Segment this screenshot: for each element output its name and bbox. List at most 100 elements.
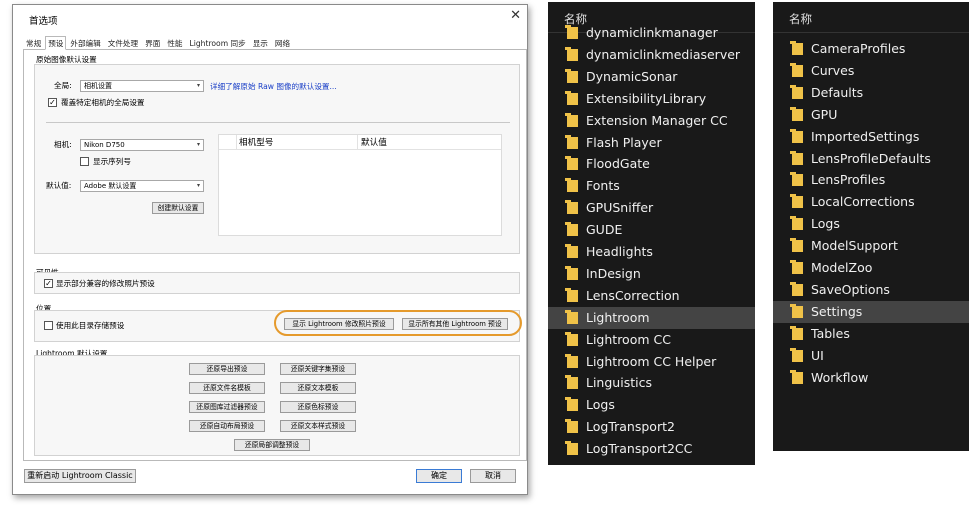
folder-icon [565,178,578,193]
folder-name: LogTransport2CC [586,441,693,457]
restore-color-label-presets-button[interactable]: 还原色标预设 [280,401,356,413]
ok-button[interactable]: 确定 [416,469,462,483]
folder-row[interactable]: Flash Player [548,132,755,154]
folder-icon [565,309,578,324]
tab-presets[interactable]: 预设 [45,36,67,50]
folder-row[interactable]: DynamicSonar [548,66,755,88]
folder-row[interactable]: Logs [548,394,755,416]
folder-name: Tables [811,325,850,341]
folder-row[interactable]: SaveOptions [773,279,969,301]
folder-row[interactable]: LogTransport2 [548,416,755,438]
column-header-camera-model[interactable]: 相机型号 [239,138,273,148]
restart-button[interactable]: 重新启动 Lightroom Classic [24,469,136,483]
folder-row[interactable]: GPUSniffer [548,197,755,219]
folder-row[interactable]: GUDE [548,219,755,241]
folder-row[interactable]: ImportedSettings [773,126,969,148]
folder-icon [565,68,578,83]
folder-name: Logs [586,397,615,413]
tab-general[interactable]: 常规 [23,36,44,49]
restore-auto-layout-presets-button[interactable]: 还原自动布局预设 [189,420,265,432]
tab-performance[interactable]: 性能 [164,36,185,49]
camera-label: 相机: [54,140,72,149]
close-icon[interactable]: ✕ [510,9,521,23]
folder-name: Extension Manager CC [586,112,728,128]
tab-bar: 常规 预设 外部编辑 文件处理 界面 性能 Lightroom 同步 显示 网络 [23,36,294,50]
folder-name: Flash Player [586,134,662,150]
folder-name: LocalCorrections [811,194,915,210]
folder-row[interactable]: Linguistics [548,372,755,394]
folder-icon [790,260,803,274]
default-select[interactable]: Adobe 默认设置 ▾ [80,180,204,192]
folder-row[interactable]: Fonts [548,175,755,197]
folder-name: dynamiclinkmanager [586,25,718,40]
store-presets-checkbox[interactable] [44,321,53,330]
show-other-presets-button[interactable]: 显示所有其他 Lightroom 预设 [402,318,508,330]
folder-row[interactable]: dynamiclinkmediaserver [548,44,755,66]
serial-checkbox[interactable] [80,157,89,166]
folder-name: GPUSniffer [586,200,654,216]
folder-name: InDesign [586,265,641,281]
restore-filename-templates-button[interactable]: 还原文件名模板 [189,382,265,394]
folder-row[interactable]: UI [773,345,969,367]
folder-row[interactable]: InDesign [548,263,755,285]
restore-local-adjustment-presets-button[interactable]: 还原局部调整预设 [234,439,310,451]
camera-select[interactable]: Nikon D750 ▾ [80,139,204,151]
folder-name: LensCorrection [586,287,680,303]
folder-row[interactable]: Curves [773,60,969,82]
folder-row[interactable]: ModelZoo [773,257,969,279]
folder-row[interactable]: GPU [773,104,969,126]
tab-lightroom-sync[interactable]: Lightroom 同步 [187,36,249,49]
folder-name: LogTransport2 [586,419,675,435]
override-checkbox[interactable]: ✓ [48,98,57,107]
folder-row[interactable]: LogTransport2CC [548,438,755,460]
folder-icon [790,62,803,77]
folder-row[interactable]: FloodGate [548,153,755,175]
restore-export-presets-button[interactable]: 还原导出预设 [189,363,265,375]
restore-keyword-presets-button[interactable]: 还原关键字集预设 [280,363,356,375]
store-presets-label: 使用此目录存储预设 [56,321,125,330]
show-partial-presets-checkbox[interactable]: ✓ [44,279,53,288]
folder-name: GPU [811,106,838,122]
create-default-button[interactable]: 创建默认设置 [152,202,204,214]
name-column-header[interactable]: 名称 [789,11,812,27]
folder-name: Fonts [586,178,620,194]
tab-interface[interactable]: 界面 [142,36,163,49]
restore-library-filter-presets-button[interactable]: 还原图库过滤器预设 [189,401,265,413]
folder-name: Lightroom CC [586,331,671,347]
chevron-down-icon: ▾ [196,141,200,148]
global-select[interactable]: 相机设置 ▾ [80,80,204,92]
preferences-dialog: 首选项 ✕ 常规 预设 外部编辑 文件处理 界面 性能 Lightroom 同步… [12,4,528,495]
tab-file-handling[interactable]: 文件处理 [105,36,141,49]
folder-row[interactable]: LocalCorrections [773,191,969,213]
folder-icon [565,222,578,237]
tab-display[interactable]: 显示 [250,36,271,49]
folder-row[interactable]: Lightroom [548,306,755,329]
tab-external-editing[interactable]: 外部编辑 [67,36,103,49]
folder-row[interactable]: Headlights [548,241,755,263]
folder-row[interactable]: Logs [773,213,969,235]
folder-row[interactable]: dynamiclinkmanager [548,22,755,44]
tab-network[interactable]: 网络 [272,36,293,49]
folder-row[interactable]: Tables [773,323,969,345]
cancel-button[interactable]: 取消 [470,469,516,483]
restore-text-templates-button[interactable]: 还原文本模板 [280,382,356,394]
folder-row[interactable]: LensProfileDefaults [773,148,969,170]
explorer-pane-lightroom: 名称 CameraProfiles Curves Defaults GPU Import… [773,2,969,451]
show-develop-presets-button[interactable]: 显示 Lightroom 修改照片预设 [284,318,394,330]
folder-row[interactable]: Lightroom CC [548,329,755,351]
folder-row[interactable]: LensCorrection [548,285,755,307]
folder-row[interactable]: ExtensibilityLibrary [548,88,755,110]
folder-row[interactable]: Defaults [773,82,969,104]
folder-icon [790,172,803,187]
raw-defaults-link[interactable]: 详细了解原始 Raw 图像的默认设置... [210,81,337,92]
folder-row[interactable]: ModelSupport [773,235,969,257]
folder-row[interactable]: CameraProfiles [773,38,969,60]
folder-row[interactable]: Extension Manager CC [548,110,755,132]
folder-row[interactable]: Settings [773,300,969,323]
column-header-default[interactable]: 默认值 [361,138,387,148]
folder-row[interactable]: LensProfiles [773,169,969,191]
folder-row[interactable]: Workflow [773,367,969,389]
restore-text-style-presets-button[interactable]: 还原文本样式预设 [280,420,356,432]
folder-icon [790,194,803,209]
folder-row[interactable]: Lightroom CC Helper [548,351,755,373]
